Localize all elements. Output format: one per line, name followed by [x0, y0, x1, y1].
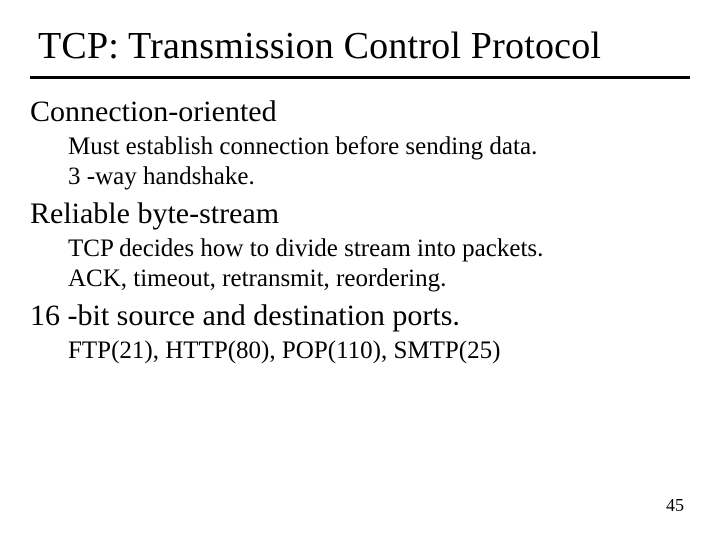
section-heading-1: Connection-oriented	[30, 95, 690, 129]
section-1-line-2: 3 -way handshake.	[68, 163, 690, 191]
slide-body: Connection-oriented Must establish conne…	[0, 95, 720, 365]
title-rule	[30, 76, 690, 79]
section-2-line-1: TCP decides how to divide stream into pa…	[68, 235, 690, 263]
section-1-line-1: Must establish connection before sending…	[68, 133, 690, 161]
slide-title: TCP: Transmission Control Protocol	[0, 0, 720, 68]
section-3-line-1: FTP(21), HTTP(80), POP(110), SMTP(25)	[68, 337, 690, 365]
section-2-line-2: ACK, timeout, retransmit, reordering.	[68, 265, 690, 293]
slide: TCP: Transmission Control Protocol Conne…	[0, 0, 720, 540]
section-heading-2: Reliable byte-stream	[30, 197, 690, 231]
page-number: 45	[666, 495, 684, 516]
section-heading-3: 16 -bit source and destination ports.	[30, 299, 690, 333]
